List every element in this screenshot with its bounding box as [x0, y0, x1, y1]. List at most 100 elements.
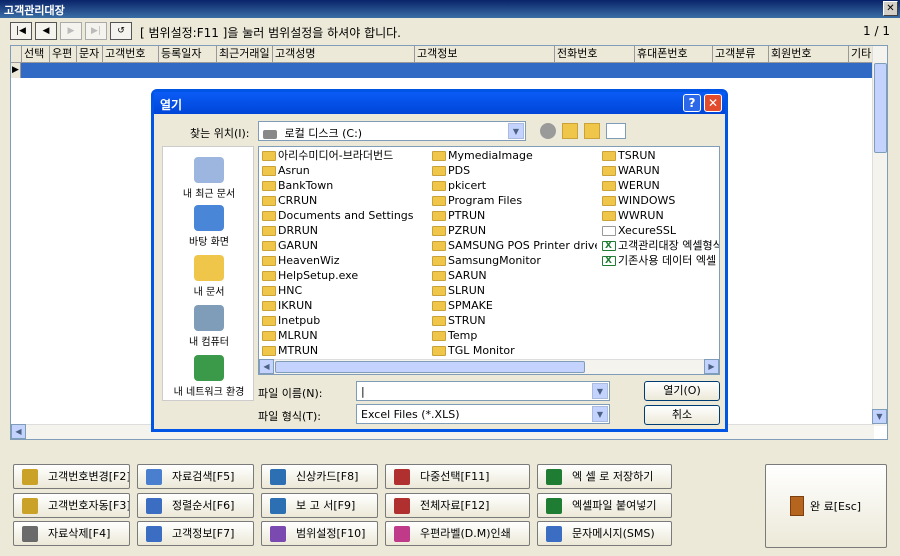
file-item[interactable]: WWRUN: [601, 209, 719, 224]
file-item[interactable]: XecureSSL: [601, 224, 719, 239]
chevron-down-icon[interactable]: ▼: [592, 406, 608, 422]
action-button[interactable]: 보 고 서[F9]: [261, 493, 378, 518]
col-header[interactable]: 등록일자: [159, 46, 217, 62]
back-icon[interactable]: [540, 123, 556, 139]
file-item[interactable]: 아리수미디어-브라더번드: [261, 149, 427, 164]
file-item[interactable]: DRRUN: [261, 224, 427, 239]
place-desktop[interactable]: 바탕 화면: [163, 205, 255, 248]
col-header[interactable]: 회원번호: [769, 46, 849, 62]
action-button[interactable]: 신상카드[F8]: [261, 464, 378, 489]
file-item[interactable]: TSRUN: [601, 149, 719, 164]
col-header[interactable]: 전화번호: [555, 46, 635, 62]
place-network[interactable]: 내 네트워크 환경: [163, 355, 255, 398]
action-button[interactable]: 엑 셀 로 저장하기: [537, 464, 672, 489]
col-header[interactable]: 우편: [50, 46, 77, 62]
file-item[interactable]: TGL Monitor: [431, 344, 597, 359]
scroll-thumb[interactable]: [275, 361, 585, 373]
open-button[interactable]: 열기(O): [644, 381, 720, 401]
file-item[interactable]: SamsungMonitor: [431, 254, 597, 269]
col-header[interactable]: 고객분류: [713, 46, 769, 62]
file-item[interactable]: PZRUN: [431, 224, 597, 239]
file-item[interactable]: SARUN: [431, 269, 597, 284]
action-button[interactable]: 엑셀파일 붙여넣기: [537, 493, 672, 518]
file-item[interactable]: Documents and Settings: [261, 209, 427, 224]
file-item[interactable]: 고객관리대장 엑셀형식: [601, 239, 719, 254]
col-header[interactable]: 최근거래일: [217, 46, 273, 62]
action-button[interactable]: 고객번호변경[F2]: [13, 464, 130, 489]
col-header[interactable]: 휴대폰번호: [635, 46, 713, 62]
file-item[interactable]: pkicert: [431, 179, 597, 194]
file-item[interactable]: HelpSetup.exe: [261, 269, 427, 284]
action-button[interactable]: 문자메시지(SMS): [537, 521, 672, 546]
filelist-horizontal-scrollbar[interactable]: ◀ ▶: [259, 359, 719, 374]
file-item[interactable]: PTRUN: [431, 209, 597, 224]
file-item[interactable]: CRRUN: [261, 194, 427, 209]
prev-record-button[interactable]: ◀: [35, 22, 57, 40]
file-item[interactable]: IKRUN: [261, 299, 427, 314]
first-record-button[interactable]: |◀: [10, 22, 32, 40]
filetype-select[interactable]: Excel Files (*.XLS) ▼: [356, 404, 610, 424]
scroll-right-icon[interactable]: ▶: [704, 359, 719, 374]
table-row[interactable]: ▶: [11, 63, 874, 78]
place-recent[interactable]: 내 최근 문서: [163, 157, 255, 200]
file-item[interactable]: HNC: [261, 284, 427, 299]
dialog-close-button[interactable]: ✕: [704, 94, 722, 112]
scroll-down-icon[interactable]: ▼: [872, 409, 887, 424]
last-record-button[interactable]: ▶|: [85, 22, 107, 40]
file-item[interactable]: MymediaImage: [431, 149, 597, 164]
col-header[interactable]: 고객성명: [273, 46, 415, 62]
file-item[interactable]: Inetpub: [261, 314, 427, 329]
exit-button[interactable]: 완 료[Esc]: [765, 464, 887, 548]
help-button[interactable]: ?: [683, 94, 701, 112]
file-item[interactable]: WERUN: [601, 179, 719, 194]
action-button[interactable]: 다중선택[F11]: [385, 464, 530, 489]
file-item[interactable]: WARUN: [601, 164, 719, 179]
chevron-down-icon[interactable]: ▼: [592, 383, 608, 399]
file-item[interactable]: SAMSUNG POS Printer driver: [431, 239, 597, 254]
action-button[interactable]: 자료검색[F5]: [137, 464, 254, 489]
file-item[interactable]: SPMAKE: [431, 299, 597, 314]
file-item[interactable]: BankTown: [261, 179, 427, 194]
action-button[interactable]: 전체자료[F12]: [385, 493, 530, 518]
col-header[interactable]: 고객번호: [103, 46, 159, 62]
file-list[interactable]: ◀ ▶ 아리수미디어-브라더번드 Asrun BankTown CRRUN Docume…: [258, 146, 720, 375]
file-item[interactable]: 기존사용 데이터 엑셀: [601, 254, 719, 269]
file-item[interactable]: MLRUN: [261, 329, 427, 344]
file-item[interactable]: Asrun: [261, 164, 427, 179]
place-my-computer[interactable]: 내 컴퓨터: [163, 305, 255, 348]
file-item[interactable]: STRUN: [431, 314, 597, 329]
scroll-left-icon[interactable]: ◀: [259, 359, 274, 374]
file-item[interactable]: WINDOWS: [601, 194, 719, 209]
action-button[interactable]: 고객번호자동[F3]: [13, 493, 130, 518]
col-header[interactable]: 문자: [77, 46, 103, 62]
chevron-down-icon[interactable]: ▼: [508, 123, 524, 139]
col-header[interactable]: 기타: [849, 46, 874, 62]
file-item[interactable]: GARUN: [261, 239, 427, 254]
action-button[interactable]: 범위설정[F10]: [261, 521, 378, 546]
up-folder-icon[interactable]: [562, 123, 578, 139]
lookin-combo[interactable]: 로컬 디스크 (C:) ▼: [258, 121, 526, 141]
action-button[interactable]: 우편라벨(D.M)인쇄: [385, 521, 530, 546]
new-folder-icon[interactable]: [584, 123, 600, 139]
file-item[interactable]: Temp: [431, 329, 597, 344]
action-button[interactable]: 정렬순서[F6]: [137, 493, 254, 518]
grid-vertical-scrollbar[interactable]: [872, 46, 887, 426]
filename-field[interactable]: | ▼: [356, 381, 610, 401]
file-item[interactable]: PDS: [431, 164, 597, 179]
place-my-documents[interactable]: 내 문서: [163, 255, 255, 298]
action-button[interactable]: 고객정보[F7]: [137, 521, 254, 546]
col-header[interactable]: 고객정보: [415, 46, 555, 62]
next-record-button[interactable]: ▶: [60, 22, 82, 40]
file-item[interactable]: SLRUN: [431, 284, 597, 299]
window-close-button[interactable]: ✕: [883, 1, 898, 16]
file-item[interactable]: Program Files: [431, 194, 597, 209]
refresh-button[interactable]: ↺: [110, 22, 132, 40]
file-item[interactable]: MTRUN: [261, 344, 427, 359]
col-header[interactable]: 선택: [22, 46, 50, 62]
cancel-button[interactable]: 취소: [644, 405, 720, 425]
scroll-thumb[interactable]: [874, 63, 887, 153]
action-button[interactable]: 자료삭제[F4]: [13, 521, 130, 546]
scroll-left-icon[interactable]: ◀: [11, 424, 26, 439]
view-menu-icon[interactable]: [606, 123, 626, 139]
file-item[interactable]: HeavenWiz: [261, 254, 427, 269]
